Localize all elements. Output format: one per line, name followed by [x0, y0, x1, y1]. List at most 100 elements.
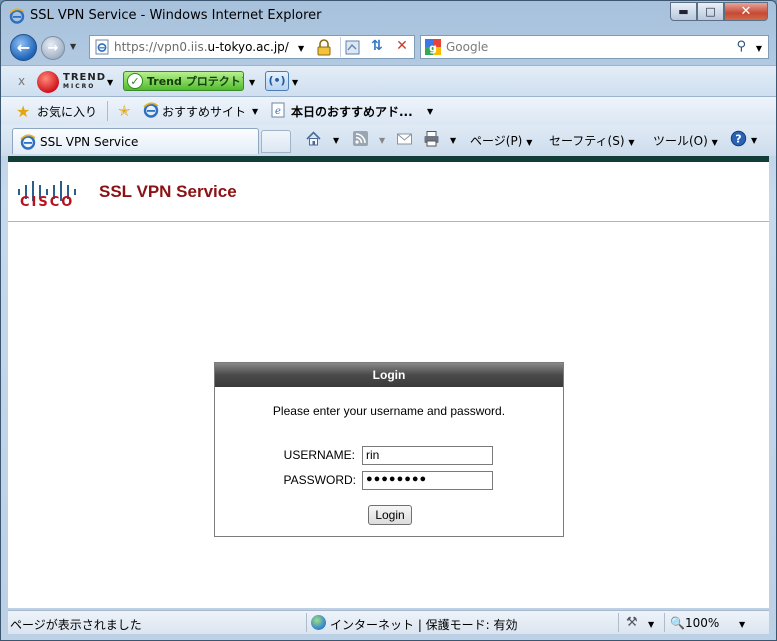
search-icon[interactable]: ⚲	[736, 39, 746, 54]
username-field[interactable]: rin	[362, 446, 493, 465]
help-icon[interactable]: ?	[730, 130, 747, 147]
maximize-button[interactable]: □	[697, 2, 724, 21]
search-placeholder: Google	[446, 40, 489, 54]
checkmark-icon: ✓	[127, 73, 143, 89]
home-icon[interactable]	[305, 130, 322, 147]
trend-protect-button[interactable]: ✓ Trend プロテクト™	[123, 71, 244, 91]
svg-text:e: e	[275, 106, 281, 117]
login-header: Login	[215, 363, 563, 387]
feeds-icon[interactable]	[352, 130, 369, 147]
recommended-sites-dropdown-icon[interactable]: ▼	[252, 107, 258, 116]
web-slice-page-icon: e	[271, 102, 285, 118]
title-bar[interactable]: SSL VPN Service - Windows Internet Explo…	[1, 1, 776, 31]
internet-explorer-icon	[20, 134, 36, 150]
password-field[interactable]: ●●●●●●●●	[362, 471, 493, 490]
print-icon[interactable]	[423, 130, 440, 147]
favorites-button[interactable]: お気に入り	[37, 103, 97, 120]
today-recommendation-link[interactable]: 本日のおすすめアド...	[291, 103, 413, 120]
url-prefix: https://vpn0.iis.	[114, 40, 208, 54]
trend-micro-logo-icon[interactable]	[37, 71, 59, 93]
window-controls: ▬ □ ✕	[670, 2, 768, 22]
password-label: PASSWORD:	[283, 473, 356, 487]
wireless-dropdown-icon[interactable]: ▼	[292, 78, 298, 87]
zoom-dropdown-icon[interactable]: ▼	[739, 620, 745, 629]
address-url[interactable]: https://vpn0.iis.u-tokyo.ac.jp/	[114, 40, 289, 54]
favorites-star-icon[interactable]: ★	[16, 102, 30, 121]
page-menu-dropdown-icon: ▼	[526, 138, 533, 147]
page-title: SSL VPN Service	[99, 182, 237, 201]
address-separator	[340, 37, 341, 57]
header-divider	[8, 221, 769, 222]
login-instructions: Please enter your username and password.	[272, 404, 506, 418]
add-to-favorites-icon[interactable]: ✭	[118, 102, 131, 120]
status-separator	[306, 613, 307, 632]
address-bar[interactable]: https://vpn0.iis.u-tokyo.ac.jp/ ▼ ⇅ ✕	[89, 35, 415, 59]
page-icon	[95, 39, 109, 55]
refresh-icon[interactable]: ⇅	[368, 38, 386, 56]
cisco-wordmark: CISCO	[20, 195, 75, 210]
tools-menu[interactable]: ツール(O) ▼	[653, 132, 718, 149]
lock-icon[interactable]	[316, 39, 332, 56]
stop-icon[interactable]: ✕	[393, 38, 411, 56]
search-options-dropdown-icon[interactable]: ▼	[756, 44, 762, 53]
tab-command-bar: SSL VPN Service ▼ ▼ ▼ ページ(P) ▼ セーフティ(S) …	[1, 125, 776, 156]
google-icon: g	[425, 39, 441, 55]
page-menu-label: ページ(P)	[470, 134, 523, 148]
back-button[interactable]: ←	[10, 34, 37, 61]
navigation-bar: ← → ▼ https://vpn0.iis.u-tokyo.ac.jp/ ▼ …	[1, 32, 776, 62]
wireless-icon[interactable]: (•)	[265, 71, 289, 91]
page-menu[interactable]: ページ(P) ▼	[470, 132, 532, 149]
browser-window: SSL VPN Service - Windows Internet Explo…	[0, 0, 777, 641]
trend-brand-bottom: MICRO	[63, 83, 96, 90]
url-domain: u-tokyo.ac.jp/	[207, 40, 289, 54]
svg-text:?: ?	[735, 133, 741, 146]
feeds-dropdown-icon[interactable]: ▼	[379, 136, 385, 145]
recommended-sites-link[interactable]: おすすめサイト	[162, 103, 246, 120]
trend-protect-dropdown-icon[interactable]: ▼	[249, 78, 255, 87]
toolbar-close-icon[interactable]: x	[18, 74, 25, 88]
login-panel: Login Please enter your username and pas…	[214, 362, 564, 537]
safety-menu-label: セーフティ(S)	[549, 134, 625, 148]
forward-button[interactable]: →	[41, 36, 65, 60]
internet-explorer-icon	[143, 102, 159, 118]
recent-pages-dropdown-icon[interactable]: ▼	[70, 42, 76, 51]
trend-protect-label: Trend プロテクト™	[147, 75, 244, 88]
tab-label: SSL VPN Service	[40, 135, 139, 149]
status-text: ページが表示されました	[10, 618, 142, 632]
safety-menu[interactable]: セーフティ(S) ▼	[549, 132, 635, 149]
status-separator	[664, 613, 665, 632]
zoom-value: 100%	[684, 616, 720, 630]
page-content: CISCO SSL VPN Service Login Please enter…	[8, 156, 769, 608]
minimize-button[interactable]: ▬	[670, 2, 697, 21]
address-dropdown-icon[interactable]: ▼	[298, 44, 304, 53]
security-zone[interactable]: インターネット | 保護モード: 有効	[330, 616, 518, 633]
window-title: SSL VPN Service - Windows Internet Explo…	[30, 8, 322, 23]
mail-icon[interactable]	[396, 130, 413, 147]
safety-menu-dropdown-icon: ▼	[628, 138, 635, 147]
tools-menu-label: ツール(O)	[653, 134, 708, 148]
popup-blocker-icon[interactable]: ⚒	[626, 615, 638, 630]
trend-micro-toolbar: x TREND MICRO ▼ ✓ Trend プロテクト™ ▼ (•) ▼	[1, 65, 776, 97]
compatibility-view-icon[interactable]	[344, 39, 362, 56]
print-dropdown-icon[interactable]: ▼	[450, 136, 456, 145]
home-dropdown-icon[interactable]: ▼	[333, 136, 339, 145]
trend-micro-brand[interactable]: TREND MICRO	[63, 73, 106, 91]
trend-menu-dropdown-icon[interactable]: ▼	[107, 78, 113, 87]
svg-text:g: g	[429, 42, 437, 55]
tools-menu-dropdown-icon: ▼	[711, 138, 718, 147]
close-button[interactable]: ✕	[724, 2, 768, 21]
help-dropdown-icon[interactable]: ▼	[751, 136, 757, 145]
popup-blocker-dropdown-icon[interactable]: ▼	[648, 620, 654, 629]
internet-zone-globe-icon	[311, 615, 326, 630]
search-box[interactable]: g Google ⚲ ▼	[420, 35, 769, 59]
login-button[interactable]: Login	[368, 505, 412, 525]
username-label: USERNAME:	[283, 448, 355, 462]
favorites-separator	[107, 101, 108, 121]
today-recommendation-dropdown-icon[interactable]: ▼	[427, 107, 433, 116]
favorites-bar: ★ お気に入り ✭ おすすめサイト ▼ e 本日のおすすめアド... ▼	[1, 97, 776, 125]
zoom-level[interactable]: 🔍100%	[670, 616, 719, 630]
status-separator	[618, 613, 619, 632]
status-bar: ページが表示されました インターネット | 保護モード: 有効 ⚒ ▼ 🔍100…	[8, 610, 769, 634]
new-tab-button[interactable]	[261, 130, 291, 153]
tab-ssl-vpn-service[interactable]: SSL VPN Service	[12, 128, 259, 154]
